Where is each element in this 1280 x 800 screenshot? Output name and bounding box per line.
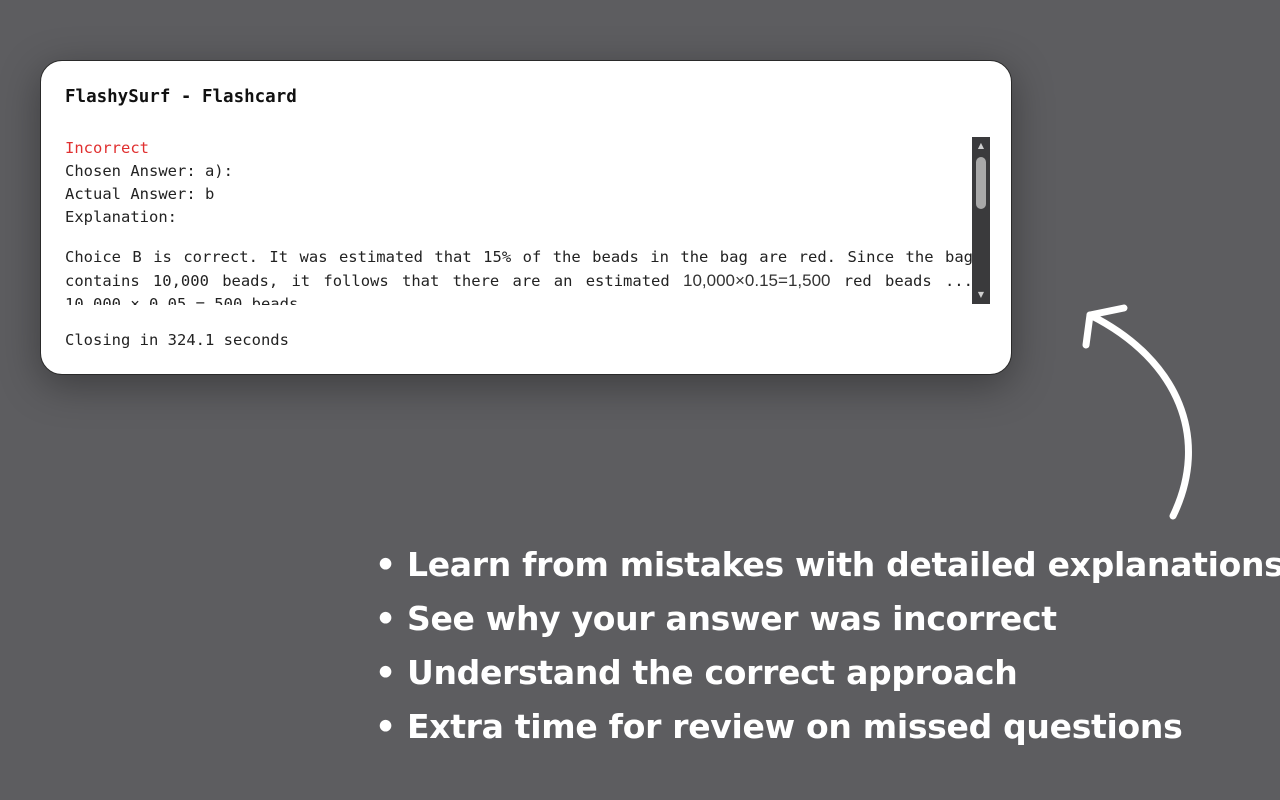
scroll-down-arrow-icon[interactable]: ▼ xyxy=(972,288,990,302)
flashcard-popup: FlashySurf - Flashcard Incorrect Chosen … xyxy=(40,60,1012,375)
feature-item: • Extra time for review on missed questi… xyxy=(375,707,1183,746)
explanation-label: Explanation: xyxy=(65,208,177,226)
closing-countdown: Closing in 324.1 seconds xyxy=(65,331,289,349)
curved-arrow-icon xyxy=(1082,304,1192,520)
actual-answer: Actual Answer: b xyxy=(65,185,215,203)
explanation-text: Choice B is correct. It was estimated th… xyxy=(65,246,973,305)
scroll-thumb[interactable] xyxy=(976,157,986,209)
chosen-answer: Chosen Answer: a): xyxy=(65,162,233,180)
flashcard-title: FlashySurf - Flashcard xyxy=(65,87,297,107)
result-status: Incorrect xyxy=(65,139,149,157)
feature-item: • Learn from mistakes with detailed expl… xyxy=(375,545,1280,584)
explanation-math: 10,000×0.15=1,500 xyxy=(683,271,831,290)
explanation-part-2: red xyxy=(843,272,872,290)
content-scrollbar[interactable]: ▲ ▼ xyxy=(972,137,990,304)
feature-item: • See why your answer was incorrect xyxy=(375,599,1057,638)
explanation-part-1: Choice B is correct. It was estimated th… xyxy=(65,248,973,290)
feature-item: • Understand the correct approach xyxy=(375,653,1018,692)
flashcard-content[interactable]: Incorrect Chosen Answer: a): Actual Answ… xyxy=(65,137,973,305)
scroll-up-arrow-icon[interactable]: ▲ xyxy=(972,139,990,153)
feature-list: • Learn from mistakes with detailed expl… xyxy=(375,538,1280,754)
